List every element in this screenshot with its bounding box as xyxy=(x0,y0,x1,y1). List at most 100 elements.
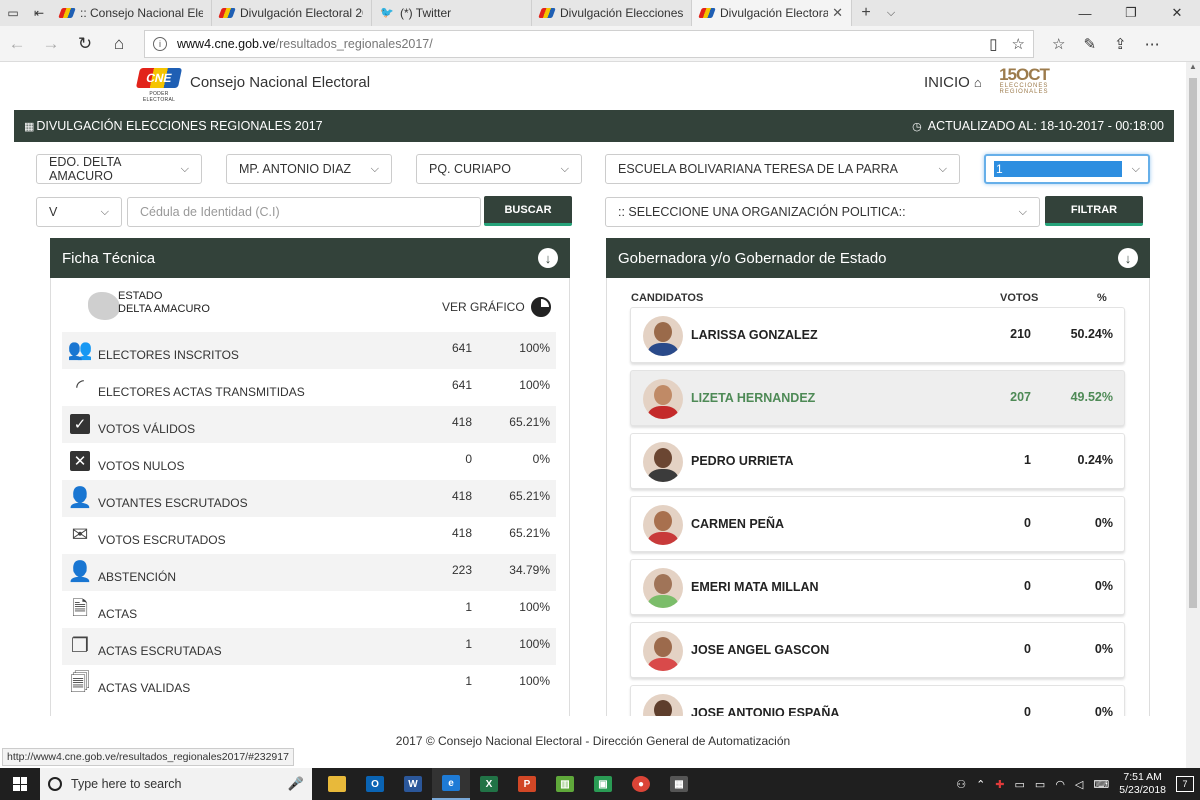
chevron-down-icon: ⌵ xyxy=(1018,205,1027,218)
microphone-icon[interactable]: 🎤 xyxy=(288,776,304,792)
estado-value: EDO. DELTA AMACURO xyxy=(49,155,121,183)
candidate-card[interactable]: LIZETA HERNANDEZ 207 49.52% xyxy=(630,370,1125,426)
row-percent: 100% xyxy=(519,600,550,614)
people-icon[interactable]: ⚇ xyxy=(956,778,966,791)
calculator-icon[interactable]: ▦ xyxy=(660,768,698,800)
tab-twitter[interactable]: 🐦 (*) Twitter xyxy=(372,0,532,26)
candidate-card[interactable]: PEDRO URRIETA 1 0.24% xyxy=(630,433,1125,489)
windows-logo-icon xyxy=(13,777,27,791)
web-note-icon[interactable]: ✎ xyxy=(1083,35,1096,53)
inicio-link[interactable]: INICIO ⌂ xyxy=(924,74,982,91)
file-explorer-icon[interactable] xyxy=(318,768,356,800)
tab-title: Divulgación Elecciones Parla xyxy=(560,6,683,20)
search-placeholder: Type here to search xyxy=(71,777,182,791)
cedula-input[interactable]: Cédula de Identidad (C.I) xyxy=(127,197,481,227)
tab-parlamentarias[interactable]: Divulgación Elecciones Parla xyxy=(532,0,692,26)
keyboard-icon[interactable]: ⌨ xyxy=(1093,778,1109,791)
mesa-select[interactable]: 1 ⌵ xyxy=(984,154,1150,184)
chevron-up-icon[interactable]: ⌃ xyxy=(976,778,985,791)
wifi-icon[interactable]: ◠ xyxy=(1055,778,1065,791)
chart-app-icon[interactable]: ▥ xyxy=(546,768,584,800)
tab-aside-icon[interactable]: ⇤ xyxy=(26,0,52,26)
ver-grafico-link[interactable]: VER GRÁFICO xyxy=(442,297,551,317)
title-band: ▦ DIVULGACIÓN ELECCIONES REGIONALES 2017… xyxy=(14,110,1174,142)
volume-icon[interactable]: ◁ xyxy=(1075,778,1083,791)
start-button[interactable] xyxy=(0,768,40,800)
back-icon[interactable]: ← xyxy=(0,29,34,59)
word-icon[interactable]: W xyxy=(394,768,432,800)
tab-divulgacion-2018[interactable]: Divulgación Electoral 2018 xyxy=(212,0,372,26)
projector-app-icon[interactable]: ▣ xyxy=(584,768,622,800)
site-info-icon[interactable]: i xyxy=(153,36,167,51)
share-icon[interactable]: ⇪ xyxy=(1114,35,1127,53)
chrome-icon[interactable]: ● xyxy=(622,768,660,800)
taskbar-search[interactable]: Type here to search 🎤 xyxy=(40,768,312,800)
address-bar[interactable]: i www4.cne.gob.ve /resultados_regionales… xyxy=(144,29,1034,58)
candidate-percent: 50.24% xyxy=(1070,327,1113,341)
row-value: 223 xyxy=(451,563,472,577)
row-label: ACTAS xyxy=(98,607,138,621)
tab-actions-icon[interactable]: ▭ xyxy=(0,0,26,26)
cedula-placeholder: Cédula de Identidad (C.I) xyxy=(140,205,280,219)
organizacion-select[interactable]: :: SELECCIONE UNA ORGANIZACIÓN POLITICA:… xyxy=(605,197,1040,227)
minimize-icon[interactable]: — xyxy=(1062,0,1108,26)
candidate-name: CARMEN PEÑA xyxy=(691,517,785,531)
scroll-up-icon[interactable]: ▲ xyxy=(1186,62,1200,76)
tab-title: :: Consejo Nacional Electora xyxy=(80,6,203,20)
municipio-select[interactable]: MP. ANTONIO DIAZ ⌵ xyxy=(226,154,392,184)
row-label: VOTOS NULOS xyxy=(98,459,185,473)
refresh-icon[interactable]: ↻ xyxy=(68,29,102,59)
download-icon[interactable]: ↓ xyxy=(538,248,558,268)
centro-select[interactable]: ESCUELA BOLIVARIANA TERESA DE LA PARRA ⌵ xyxy=(605,154,960,184)
favorite-star-icon[interactable]: ☆ xyxy=(1012,35,1025,53)
scrollbar-thumb[interactable] xyxy=(1189,78,1197,608)
download-icon[interactable]: ↓ xyxy=(1118,248,1138,268)
clock[interactable]: 7:51 AM 5/23/2018 xyxy=(1119,771,1166,797)
candidate-card[interactable]: JOSE ANGEL GASCON 0 0% xyxy=(630,622,1125,678)
reading-view-icon[interactable]: ▯ xyxy=(989,35,997,53)
new-tab-icon[interactable]: + xyxy=(852,0,880,26)
favorites-hub-icon[interactable]: ☆ xyxy=(1052,35,1065,53)
ficha-row-votos-validos: ✓ VOTOS VÁLIDOS 418 65.21% xyxy=(62,406,556,443)
chevron-down-icon[interactable]: ⌵ xyxy=(880,0,902,26)
candidate-photo xyxy=(643,379,683,419)
powerpoint-icon[interactable]: P xyxy=(508,768,546,800)
parroquia-select[interactable]: PQ. CURIAPO ⌵ xyxy=(416,154,582,184)
candidate-card[interactable]: CARMEN PEÑA 0 0% xyxy=(630,496,1125,552)
col-candidatos: CANDIDATOS xyxy=(631,292,704,304)
cne-logo[interactable]: CNE PODER ELECTORAL xyxy=(135,68,183,103)
close-tab-icon[interactable]: ✕ xyxy=(832,5,843,21)
restore-icon[interactable]: ❐ xyxy=(1108,0,1154,26)
taskbar: Type here to search 🎤 O W e X P ▥ ▣ ● ▦ … xyxy=(0,768,1200,800)
excel-icon[interactable]: X xyxy=(470,768,508,800)
app-tray-icon[interactable]: ✚ xyxy=(995,778,1004,791)
home-icon[interactable]: ⌂ xyxy=(102,29,136,59)
clock-icon: ◷ xyxy=(912,120,922,133)
forward-icon[interactable]: → xyxy=(34,29,68,59)
close-window-icon[interactable]: ✕ xyxy=(1154,0,1200,26)
candidate-card[interactable]: LARISSA GONZALEZ 210 50.24% xyxy=(630,307,1125,363)
state-map-icon xyxy=(88,292,120,320)
more-icon[interactable]: ⋯ xyxy=(1145,35,1160,53)
chevron-down-icon: ⌵ xyxy=(370,162,379,175)
battery-icon[interactable]: ▭ xyxy=(1035,778,1045,791)
tab-cne-main[interactable]: :: Consejo Nacional Electora xyxy=(52,0,212,26)
band-title: DIVULGACIÓN ELECCIONES REGIONALES 2017 xyxy=(36,119,323,133)
ficha-tecnica-title: Ficha Técnica xyxy=(62,249,156,267)
notification-center-icon[interactable]: 7 xyxy=(1176,776,1194,792)
row-value: 0 xyxy=(465,452,472,466)
display-icon[interactable]: ▭ xyxy=(1015,778,1025,791)
filtrar-button[interactable]: FILTRAR xyxy=(1045,196,1143,226)
buscar-button[interactable]: BUSCAR xyxy=(484,196,572,226)
edge-icon[interactable]: e xyxy=(432,768,470,800)
nacionalidad-select[interactable]: V ⌵ xyxy=(36,197,122,227)
outlook-icon[interactable]: O xyxy=(356,768,394,800)
tab-strip: ▭ ⇤ :: Consejo Nacional Electora Divulga… xyxy=(0,0,1200,26)
tab-regionales-active[interactable]: Divulgación Electoral Re ✕ xyxy=(692,0,852,26)
estado-select[interactable]: EDO. DELTA AMACURO ⌵ xyxy=(36,154,202,184)
row-percent: 100% xyxy=(519,341,550,355)
vertical-scrollbar[interactable]: ▲ xyxy=(1186,62,1200,768)
candidate-card[interactable]: EMERI MATA MILLAN 0 0% xyxy=(630,559,1125,615)
gobernador-title: Gobernadora y/o Gobernador de Estado xyxy=(618,249,887,267)
ficha-row-actas-transmitidas: ◜ ELECTORES ACTAS TRANSMITIDAS 641 100% xyxy=(62,369,556,406)
